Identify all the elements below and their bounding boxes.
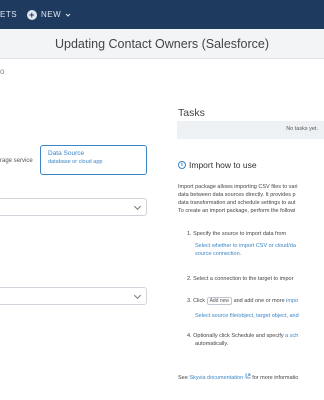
add-new-tag: Add new [206,297,233,305]
tasks-empty-text: No tasks yet. [286,126,318,132]
chevron-down-icon [65,13,71,17]
intro-line: To create an import package, perform the… [178,208,296,214]
step-3-suffix: and add one or more [233,298,285,304]
intro-line: Import package allows importing CSV file… [178,184,298,190]
chevron-down-icon [133,202,142,211]
footer-suffix: for more informatio [252,375,299,381]
tasks-heading: Tasks [178,107,205,119]
external-link-icon [245,373,251,379]
target-select[interactable] [0,287,147,305]
source-connection-link[interactable]: source connection. [195,250,296,258]
storage-service-label: rage service [0,158,33,164]
new-menu-label: NEW [41,10,62,19]
tasks-list: No tasks yet. [177,121,324,139]
storage-service-option[interactable]: rage service [0,158,33,164]
data-source-title: Data Source [48,150,85,157]
select-source-link[interactable]: Select source file/object, target object… [187,312,299,320]
data-source-option[interactable]: Data Source database or cloud app [40,145,147,175]
new-menu-button[interactable]: + NEW [27,6,71,23]
howto-title: Import how to use [189,160,257,170]
step-2: 2. Select a connection to the target to … [187,275,293,283]
howto-heading: i Import how to use [178,160,257,170]
plus-icon: + [27,9,37,20]
page-title: Updating Contact Owners (Salesforce) [55,37,269,51]
step-4-line2: automatically. [195,341,229,347]
intro-line: data transformation and schedule setting… [178,200,296,206]
step-1: 1. Specify the source to import data fro… [187,230,296,258]
footer-prefix: See [178,375,188,381]
import-type-link[interactable]: Select whether to import CSV or cloud/da [195,242,296,250]
step-4-prefix: 4. Optionally click Schedule and specify [187,333,284,339]
step-2-text: 2. Select a connection to the target to … [187,276,294,282]
data-source-subtitle: database or cloud app [48,159,103,165]
page-header: Updating Contact Owners (Salesforce) [0,29,324,59]
schedule-link[interactable]: a sch [285,333,298,339]
step-4: 4. Optionally click Schedule and specify… [187,332,298,348]
howto-intro: Import package allows importing CSV file… [178,183,324,215]
intro-line: data between data sources directly. It p… [178,192,296,198]
info-icon: i [178,161,186,169]
step-3-prefix: 3. Click [187,298,206,304]
source-select[interactable] [0,198,147,216]
step-3: 3. Click Add new and add one or more imp… [187,297,299,320]
chevron-down-icon [133,291,142,300]
documentation-link[interactable]: Skyvia documentation [189,375,243,381]
step-1-text: 1. Specify the source to import data fro… [187,231,287,237]
import-task-link[interactable]: impo [286,298,298,304]
top-navigation-bar: ETS + NEW [0,0,324,29]
documentation-note: See Skyvia documentation for more inform… [178,373,298,381]
nav-item-partial[interactable]: ETS [0,10,17,19]
left-pane-fragment: o [0,67,5,76]
